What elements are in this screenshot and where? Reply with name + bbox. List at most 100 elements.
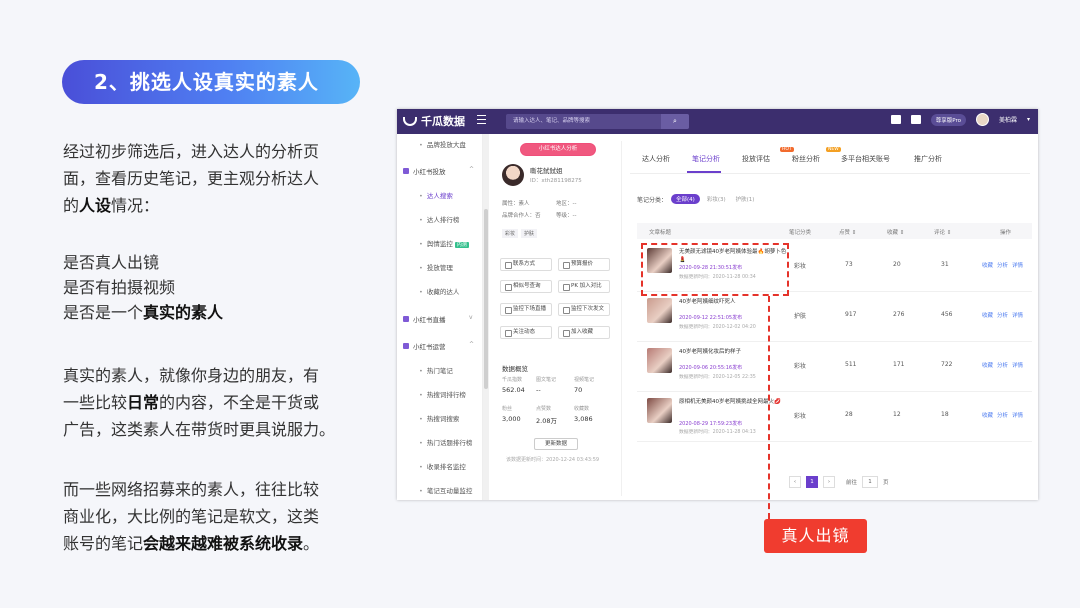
tab-fan-analysis[interactable]: 粉丝分析 (792, 154, 820, 164)
monitor-post-button[interactable]: 监控下次发文 (558, 303, 610, 316)
monitor-live-button[interactable]: 监控下场直播 (500, 303, 552, 316)
xhs-icon (403, 168, 409, 174)
detail-link[interactable]: 详情 (1012, 261, 1023, 269)
table-row[interactable]: 原相机无美颜40岁老阿姨挑战全网最火💋 2020-08-29 17:59:23发布… (637, 390, 1032, 442)
sidebar-item-fav-influencers[interactable]: 收藏的达人 (419, 287, 460, 297)
table-header: 文章标题 笔记分类 点赞 ⇕ 收藏 ⇕ 评论 ⇕ 操作 (637, 223, 1032, 239)
detail-link[interactable]: 详情 (1012, 361, 1023, 369)
tab-multi-platform[interactable]: 多平台相关账号 (841, 154, 890, 164)
prev-page-button[interactable]: ‹ (789, 476, 801, 488)
sidebar-item-hot-notes[interactable]: 热门笔记 (419, 366, 453, 376)
brand-logo[interactable]: 千瓜数据 (403, 113, 465, 129)
note-comments: 722 (941, 361, 953, 368)
text-line: 经过初步筛选后，进入达人的分析页 (63, 142, 320, 161)
text-line: 的人设情况： (63, 196, 160, 215)
col-comments[interactable]: 评论 ⇕ (934, 228, 951, 236)
page-input[interactable]: 1 (862, 476, 879, 488)
update-data-button[interactable]: 更新数据 (534, 438, 578, 450)
tab-influencer-analysis[interactable]: 达人分析 (642, 154, 670, 164)
follow-button[interactable]: 关注动态 (500, 326, 552, 339)
table-row[interactable]: 40岁老阿姨化妆后的样子 2020-09-06 20:55:16发布数据更新时间：… (637, 340, 1032, 392)
note-thumbnail[interactable] (647, 398, 672, 423)
note-category: 彩妆 (794, 363, 807, 370)
sidebar-item-brand-market[interactable]: 品牌投放大盘 (419, 140, 466, 150)
note-title[interactable]: 40岁老阿姨细纹吓死人 (679, 298, 789, 306)
favorite-link[interactable]: 收藏 (982, 361, 993, 369)
user-avatar[interactable] (975, 113, 989, 126)
note-favorites: 12 (893, 411, 901, 418)
logo-icon (403, 116, 417, 126)
scrollbar-thumb[interactable] (484, 209, 488, 389)
sidebar-item-ad-manage[interactable]: 投放管理 (419, 263, 453, 273)
filter-chip-makeup[interactable]: 彩妆(3) (704, 194, 729, 204)
col-actions: 操作 (1000, 230, 1012, 236)
col-favorites[interactable]: 收藏 ⇕ (887, 228, 904, 236)
mail-icon[interactable] (910, 115, 921, 124)
favorite-link[interactable]: 收藏 (982, 311, 993, 319)
favorite-link[interactable]: 收藏 (982, 261, 993, 269)
stat-label: 图文笔记 (536, 377, 557, 383)
update-time: 该数据更新时间：2020-12-24 03:43:59 (506, 457, 600, 463)
analyze-link[interactable]: 分析 (997, 411, 1008, 419)
plan-badge[interactable]: 尊享版Pro (930, 113, 966, 126)
callout-label: 真人出镜 (764, 519, 867, 553)
sidebar-item-interaction-monitor[interactable]: 笔记互动量监控 (419, 486, 473, 496)
favorite-button[interactable]: 加入收藏 (558, 326, 610, 339)
detail-link[interactable]: 详情 (1012, 311, 1023, 319)
stat-value: -- (536, 386, 541, 394)
paragraph-real-person: 真实的素人，就像你身边的朋友，有 一些比较日常的内容，不全是干货或 广告，这类素… (63, 362, 363, 443)
sidebar-group-xhs-ops[interactable]: 小红书运营 (403, 341, 446, 351)
note-title[interactable]: 40岁老阿姨化妆后的样子 (679, 348, 789, 356)
note-publish-time: 2020-09-06 20:55:16发布 (679, 365, 743, 371)
stat-label: 点赞数 (536, 406, 552, 412)
sidebar-item-hot-topics[interactable]: 热门话题排行榜 (419, 438, 473, 448)
search-button[interactable]: ⌕ (661, 114, 689, 129)
tab-note-analysis[interactable]: 笔记分析 (692, 154, 720, 164)
menu-icon[interactable] (477, 115, 486, 124)
sidebar-group-xhs-live[interactable]: 小红书直播 (403, 314, 446, 324)
sidebar-item-hot-words-search[interactable]: 热搜词搜索 (419, 414, 460, 424)
favorite-link[interactable]: 收藏 (982, 411, 993, 419)
note-favorites: 171 (893, 361, 905, 368)
search-icon: ⌕ (673, 117, 677, 125)
analyze-link[interactable]: 分析 (997, 261, 1008, 269)
filter-chip-skincare[interactable]: 护肤(1) (733, 194, 758, 204)
note-update-time: 数据更新时间：2020-12-05 22:35 (679, 375, 756, 380)
next-page-button[interactable]: › (823, 476, 835, 488)
sidebar-item-influencer-rank[interactable]: 达人排行榜 (419, 215, 460, 225)
chevron-up-icon[interactable]: ^ (469, 166, 474, 173)
sidebar-item-index-monitor[interactable]: 收录排名监控 (419, 462, 466, 472)
compare-button[interactable]: PK 加入对比 (558, 280, 610, 293)
chevron-down-icon[interactable]: ▾ (1027, 116, 1030, 123)
username[interactable]: 美柏霖 (999, 115, 1017, 124)
sidebar-item-influencer-search[interactable]: 达人搜索 (419, 191, 453, 201)
cart-icon[interactable] (890, 115, 901, 124)
note-thumbnail[interactable] (647, 348, 672, 373)
sidebar-item-sentiment[interactable]: 舆情监控内测 (419, 239, 469, 249)
table-row[interactable]: 40岁老阿姨细纹吓死人 2020-09-12 22:51:05发布 数据更新时间：2… (637, 290, 1032, 342)
filter-chip-all[interactable]: 全部(4) (671, 194, 700, 204)
tab-ad-evaluation[interactable]: 投放评估 (742, 154, 770, 164)
col-likes[interactable]: 点赞 ⇕ (839, 228, 856, 236)
sidebar-item-hot-words-rank[interactable]: 热搜词排行榜 (419, 390, 466, 400)
col-title: 文章标题 (649, 230, 672, 236)
analyze-link[interactable]: 分析 (997, 361, 1008, 369)
analyze-link[interactable]: 分析 (997, 311, 1008, 319)
note-publish-time: 2020-09-12 22:51:05发布 (679, 315, 743, 321)
similar-search-button[interactable]: 相似号查询 (500, 280, 552, 293)
slide-title: 2、挑选人设真实的素人 (62, 60, 360, 104)
contact-button[interactable]: 联系方式 (500, 258, 552, 271)
paragraph-recruited: 而一些网络招募来的素人，往往比较 商业化，大比例的笔记是软文，这类 账号的笔记会… (63, 476, 353, 557)
sidebar-group-xhs-ad[interactable]: 小红书投放 (403, 166, 446, 176)
tab-promotion[interactable]: 推广分析 (914, 154, 942, 164)
chevron-down-icon[interactable]: v (469, 314, 473, 321)
quote-button[interactable]: 预算报价 (558, 258, 610, 271)
note-title[interactable]: 原相机无美颜40岁老阿姨挑战全网最火💋 (679, 398, 789, 406)
chevron-up-icon[interactable]: ^ (469, 341, 474, 348)
note-thumbnail[interactable] (647, 298, 672, 323)
page-button[interactable]: 1 (806, 476, 818, 488)
profile-attr: 属性：素人 (502, 201, 530, 207)
detail-link[interactable]: 详情 (1012, 411, 1023, 419)
note-likes: 73 (845, 261, 853, 268)
text-line: 商业化，大比例的笔记是软文，这类 (63, 507, 320, 526)
